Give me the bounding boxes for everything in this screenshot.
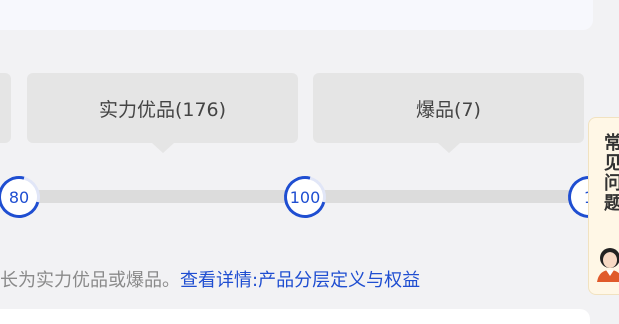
threshold-marker-100: 100 (276, 168, 334, 226)
tier-label-strong-product: 实力优品(176) (98, 98, 227, 121)
threshold-value-80: 80 (8, 187, 30, 207)
tier-label-hot-product: 爆品(7) (416, 98, 481, 121)
faq-floating-button[interactable]: 常见问题 (588, 117, 619, 295)
tier-box-previous (0, 73, 11, 143)
tier-details-link[interactable]: 查看详情:产品分层定义与权益 (180, 270, 420, 291)
tier-box-hot-product: 爆品(7) (313, 73, 584, 153)
tier-box-strong-product: 实力优品(176) (27, 73, 298, 153)
top-card (0, 0, 593, 30)
tier-note-text: 长为实力优品或爆品。 (0, 270, 180, 291)
faq-label: 常见问题 (604, 133, 619, 214)
bottom-card (0, 309, 590, 324)
support-avatar-icon (597, 248, 619, 282)
threshold-value-100: 100 (289, 187, 321, 207)
tier-note: 长为实力优品或爆品。查看详情:产品分层定义与权益 (0, 266, 420, 292)
